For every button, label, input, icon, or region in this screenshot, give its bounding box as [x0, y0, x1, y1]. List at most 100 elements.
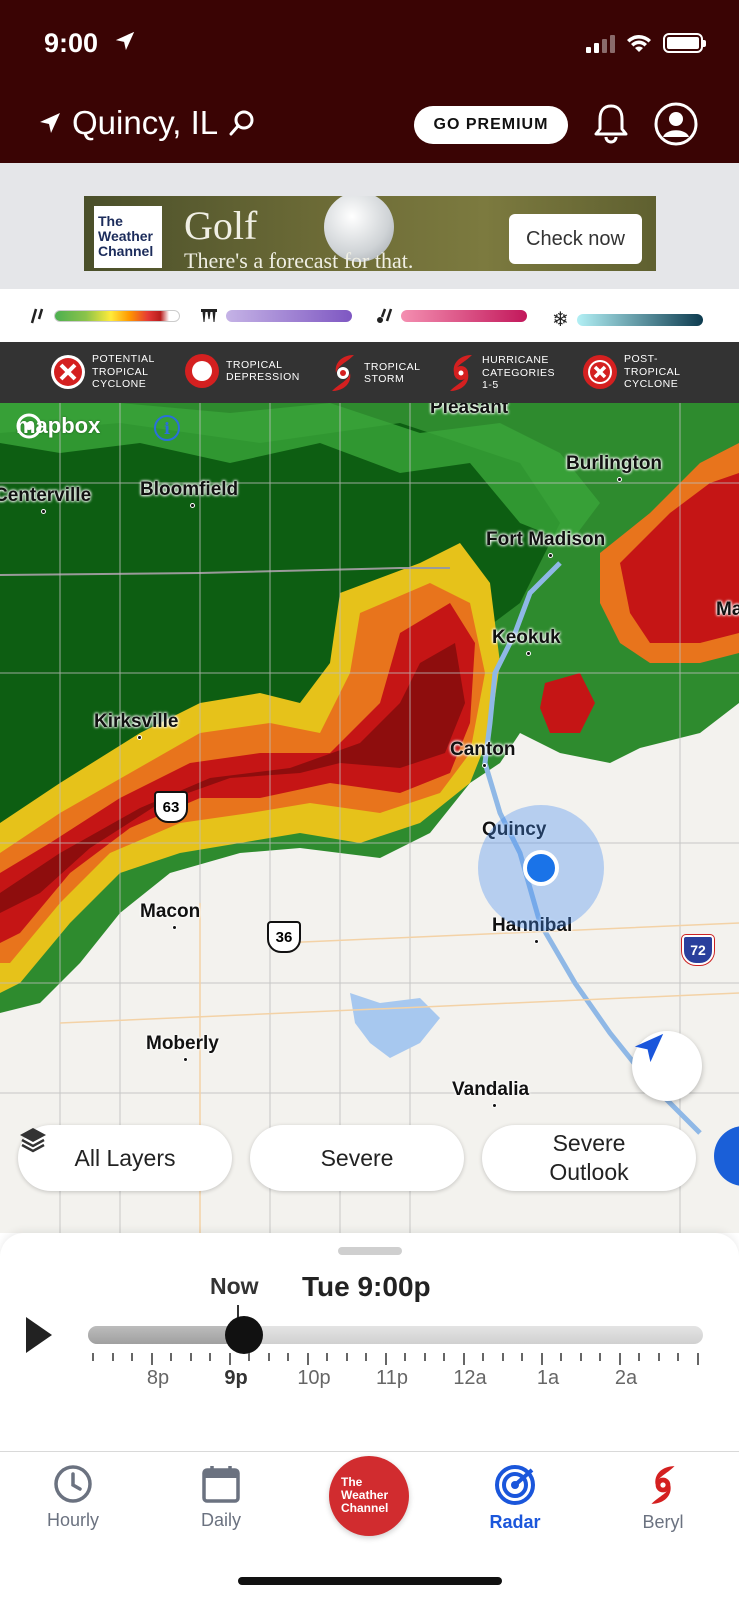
ad-tagline: There's a forecast for that. — [184, 248, 414, 271]
home-indicator — [238, 1577, 502, 1585]
nav-hourly[interactable]: Hourly — [18, 1464, 128, 1531]
ice-icon — [201, 309, 217, 323]
legend-potential-tropical-cyclone: POTENTIAL TROPICAL CYCLONE — [50, 353, 155, 391]
tropical-storm-icon — [332, 355, 354, 391]
profile-icon[interactable] — [654, 102, 698, 146]
app-header: 9:00 Quincy, IL GO PREMIUM — [0, 0, 739, 163]
mapbox-logo-icon — [16, 413, 42, 439]
location-arrow-icon — [40, 113, 60, 133]
layers-icon — [20, 1128, 46, 1153]
city-dot — [137, 735, 142, 740]
timeline-slider-thumb[interactable] — [225, 1316, 264, 1354]
calendar-icon — [202, 1466, 240, 1503]
city-label: Pleasant — [430, 403, 509, 418]
location-services-icon — [115, 31, 135, 51]
clock-icon — [54, 1465, 92, 1503]
city-dot — [190, 503, 195, 508]
timeline-hour-label: 2a — [614, 1367, 638, 1389]
all-layers-button[interactable]: All Layers — [18, 1125, 232, 1191]
city-dot — [172, 925, 177, 930]
timeline-tick — [229, 1353, 231, 1365]
severe-outlook-button[interactable]: Severe Outlook — [482, 1125, 696, 1191]
severe-layer-label: Severe — [320, 1144, 394, 1171]
tropical-depression-icon — [185, 354, 219, 388]
all-layers-label: All Layers — [74, 1144, 176, 1171]
ice-legend — [200, 307, 352, 325]
radar-map[interactable]: mapbox i Pleasant Burlington Centerville… — [0, 403, 739, 1233]
panel-drag-handle[interactable] — [338, 1247, 402, 1255]
timeline-tick — [521, 1353, 523, 1361]
city-dot — [534, 939, 539, 944]
radar-timeline-panel: Now Tue 9:00p 8p 9p 10p 11p 12a 1a 2a — [0, 1233, 739, 1451]
location-name: Quincy, IL — [72, 104, 219, 141]
mapbox-attribution: mapbox — [16, 413, 101, 439]
us-route-shield: 63 — [154, 791, 188, 823]
snow-legend: ❄ — [552, 307, 703, 332]
timeline-tick — [307, 1353, 309, 1365]
timeline-tick — [443, 1353, 445, 1361]
timeline-tick — [365, 1353, 367, 1361]
nav-daily[interactable]: Daily — [166, 1464, 276, 1531]
cellular-signal-icon — [586, 33, 615, 53]
city-dot — [183, 1057, 188, 1062]
ad-banner[interactable]: The Weather Channel Golf There's a forecas… — [84, 196, 656, 271]
interstate-shield: 72 — [682, 935, 714, 965]
timeline-tick — [346, 1353, 348, 1361]
timeline-tick — [92, 1353, 94, 1361]
mix-icon — [377, 308, 393, 323]
city-dot — [526, 651, 531, 656]
search-icon[interactable] — [228, 109, 256, 137]
timeline-tick — [112, 1353, 114, 1361]
timeline-hour-label: 10p — [297, 1367, 331, 1389]
city-dot — [617, 477, 622, 482]
severe-layer-button[interactable]: Severe — [250, 1125, 464, 1191]
legend-tropical-depression: TROPICAL DEPRESSION — [184, 353, 300, 389]
weather-channel-logo-button[interactable]: The Weather Channel — [329, 1456, 409, 1536]
potential-tropical-cyclone-icon — [51, 354, 85, 389]
timeline-tick — [482, 1353, 484, 1361]
lake — [350, 993, 440, 1058]
timeline-tick — [541, 1353, 543, 1365]
play-button[interactable] — [26, 1317, 52, 1353]
timeline-tick — [248, 1353, 250, 1361]
nav-radar-label: Radar — [489, 1512, 541, 1532]
timeline-tick — [463, 1353, 465, 1365]
timeline-tick — [190, 1353, 192, 1361]
timeline-hour-label: 9p — [224, 1367, 248, 1389]
timeline-tick — [385, 1353, 387, 1365]
timeline-slider-progress — [88, 1326, 245, 1344]
post-tropical-cyclone-icon — [583, 354, 617, 389]
notifications-bell-icon[interactable] — [592, 102, 630, 144]
timeline-slider[interactable] — [88, 1326, 703, 1344]
timeline-tick — [209, 1353, 211, 1361]
city-label: Canton — [450, 739, 516, 760]
timeline-tick — [424, 1353, 426, 1361]
timeline-tick — [619, 1353, 621, 1365]
hurricane-icon — [651, 1466, 675, 1504]
timeline-tick — [151, 1353, 153, 1365]
radar-icon — [495, 1465, 535, 1505]
rain-legend — [30, 307, 180, 325]
tropical-storm-legend: POTENTIAL TROPICAL CYCLONE TROPICAL DEPRESS… — [0, 342, 739, 403]
city-label: Macon — [140, 901, 201, 922]
city-label: Burlington — [566, 453, 663, 474]
ad-check-now-button[interactable]: Check now — [509, 214, 642, 264]
nav-beryl[interactable]: Beryl — [608, 1464, 718, 1533]
timeline-tick — [599, 1353, 601, 1361]
us-route-shield: 36 — [267, 921, 301, 953]
timeline-tick — [580, 1353, 582, 1361]
timeline-hour-label: 11p — [376, 1367, 408, 1389]
go-premium-button[interactable]: GO PREMIUM — [414, 106, 568, 144]
nav-radar[interactable]: Radar — [460, 1464, 570, 1533]
timeline-tick — [287, 1353, 289, 1361]
precipitation-legend: ❄ — [0, 289, 739, 342]
timeline-tick — [404, 1353, 406, 1361]
city-dot — [492, 1103, 497, 1108]
timeline-tick — [560, 1353, 562, 1361]
city-label: Moberly — [146, 1033, 219, 1054]
hurricane-icon — [450, 355, 472, 391]
recenter-location-button[interactable] — [632, 1031, 702, 1101]
location-selector[interactable]: Quincy, IL — [38, 104, 256, 142]
map-info-icon[interactable]: i — [154, 415, 180, 441]
nav-beryl-label: Beryl — [642, 1512, 684, 1532]
